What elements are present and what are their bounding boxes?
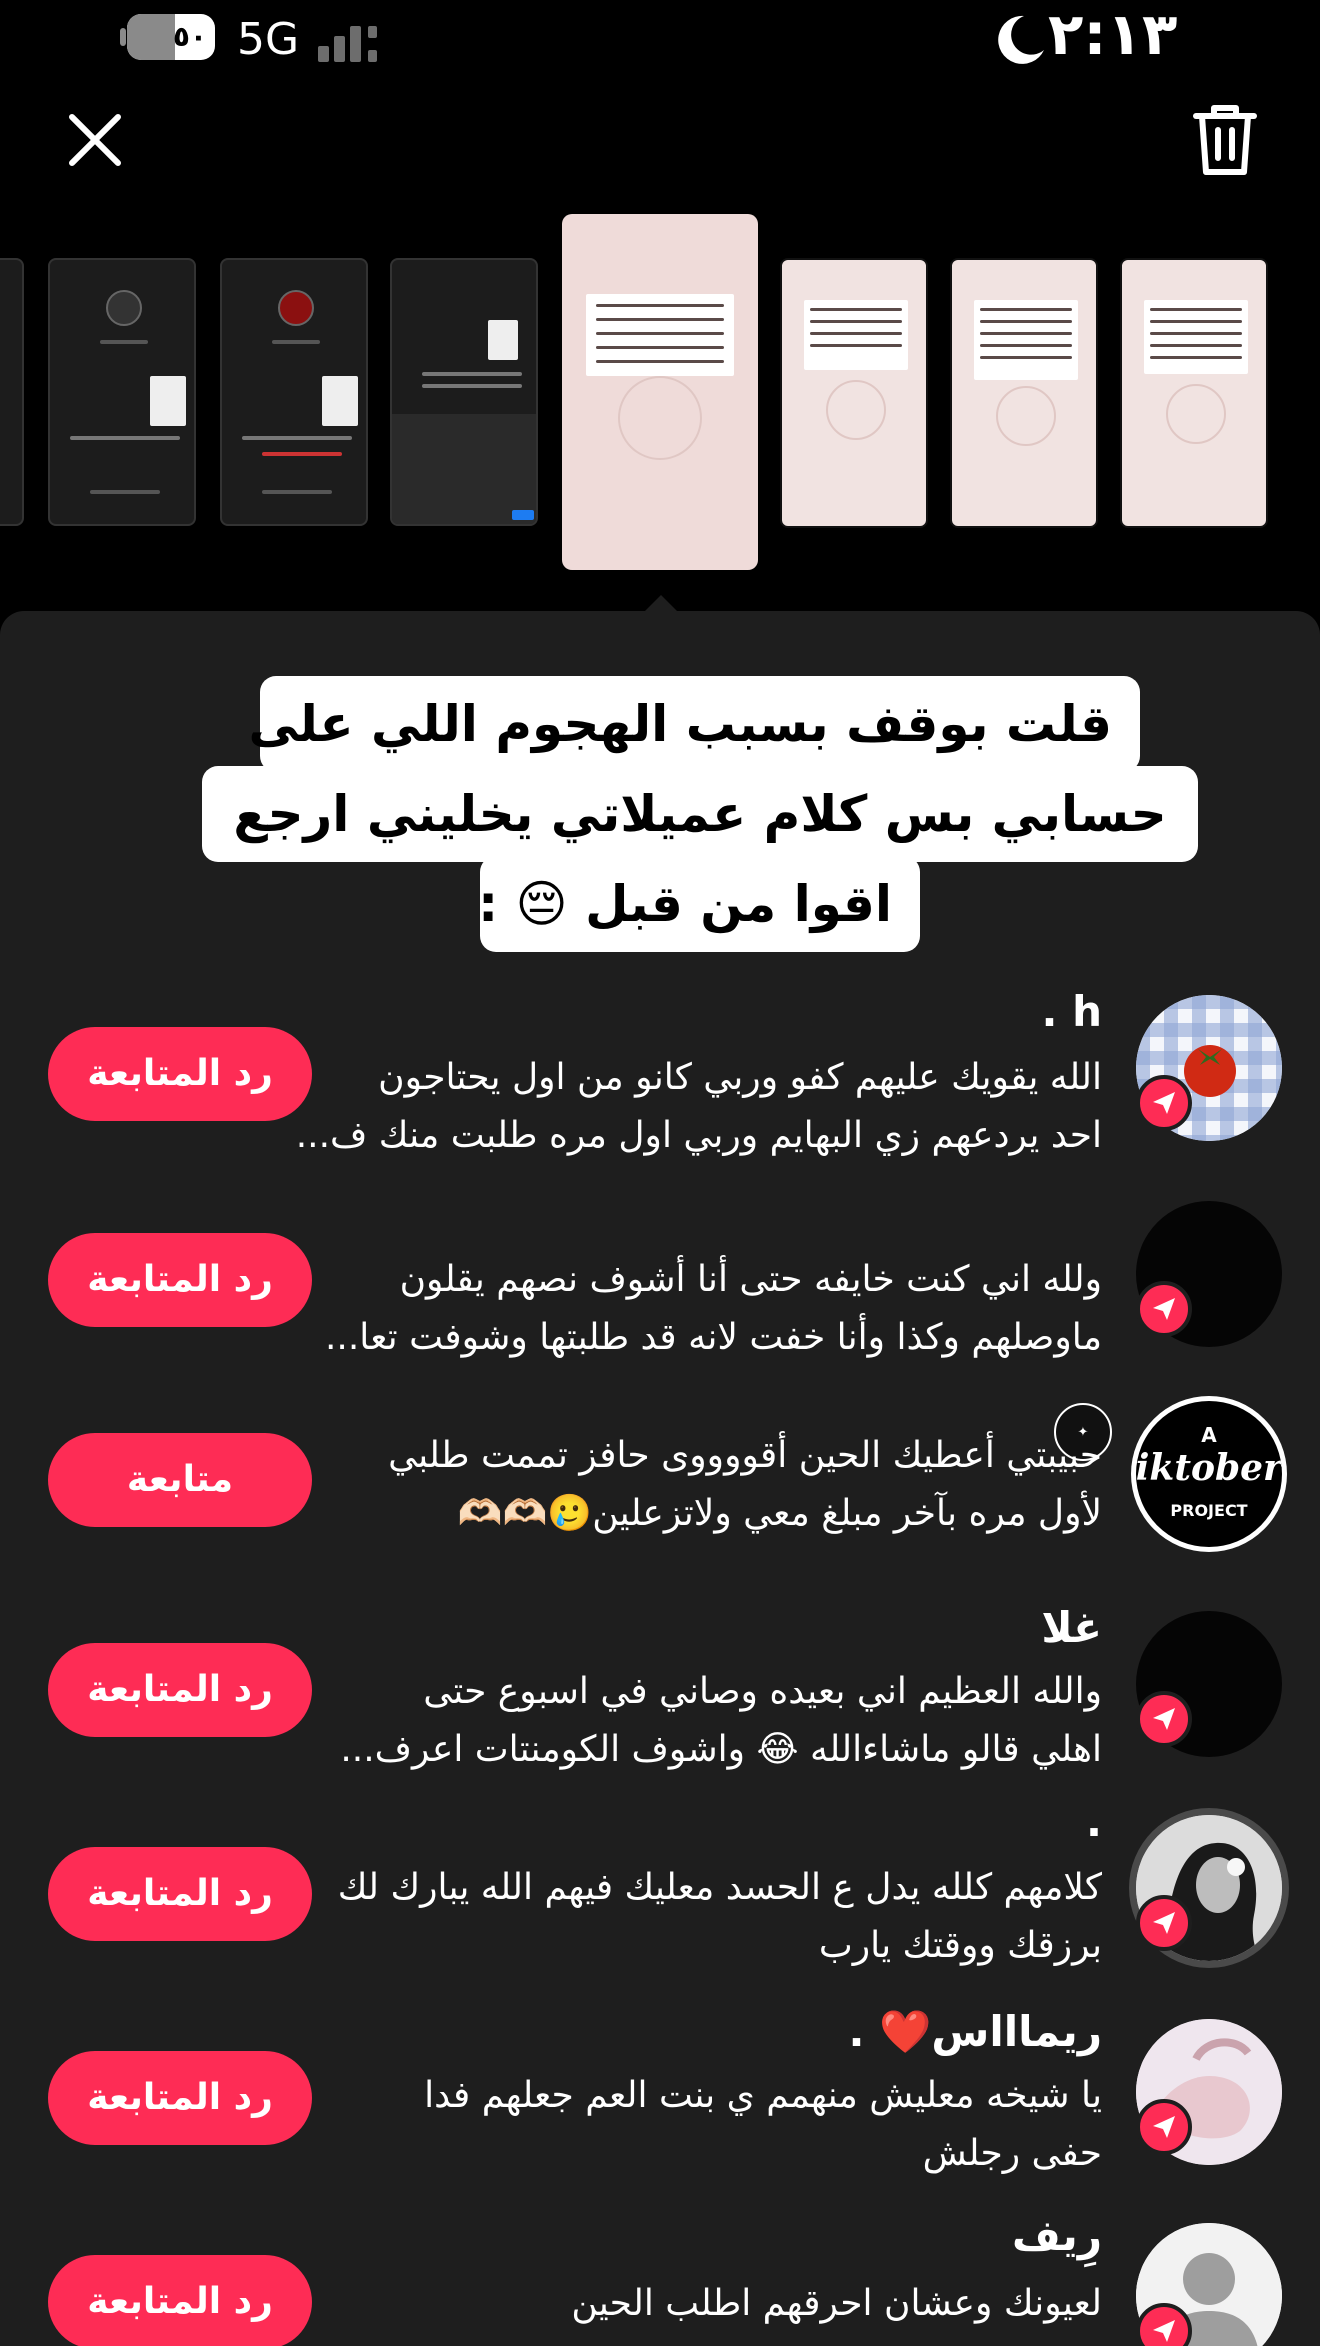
reply-icon[interactable] [1136,1281,1192,1337]
avatar[interactable]: A Tiktober PROJECT [1136,1401,1282,1547]
follow-back-button[interactable]: رد المتابعة [48,1643,312,1737]
follow-back-button[interactable]: رد المتابعة [48,1233,312,1327]
viewer-name: رِيف [1012,2211,1102,2260]
avatar-text: A [1201,1423,1217,1447]
viewer-message: لأول مره بآخر مبلغ معي ولاتزعلين🥲🫶🏻🫶🏻 [457,1493,1102,1534]
viewer-row[interactable]: ولله اني كنت خايفه حتى أنا أشوف نصهم يقل… [0,1193,1320,1393]
viewer-name: ريماااس❤️ . [848,2007,1103,2056]
viewer-message: برزقك ووقتك يارب [818,1925,1102,1966]
viewer-message: والله العظيم اني بعيده وصاني في اسبوع حت… [423,1671,1102,1712]
viewer-message: حبيبتي أعطيك الحين أقووووى حافز تممت طلب… [388,1435,1102,1476]
reply-icon[interactable] [1136,1691,1192,1747]
story-thumbnail[interactable] [390,258,538,526]
reply-icon[interactable] [1136,2099,1192,2155]
battery-icon: ٥٠ [127,14,215,60]
follow-back-button[interactable]: رد المتابعة [48,2255,312,2346]
viewer-message: اهلي قالو ماشاءالله 😂 واشوف الكومنتات اع… [340,1729,1102,1770]
selected-indicator [645,595,677,611]
viewer-row[interactable]: A Tiktober PROJECT ✦ حبيبتي أعطيك الحين … [0,1393,1320,1593]
follow-back-button[interactable]: رد المتابعة [48,1847,312,1941]
viewer-row[interactable]: غلا والله العظيم اني بعيده وصاني في اسبو… [0,1603,1320,1803]
viewer-message: ولله اني كنت خايفه حتى أنا أشوف نصهم يقل… [399,1259,1102,1300]
trash-icon[interactable] [1190,100,1260,180]
close-icon[interactable] [60,105,130,175]
viewer-row[interactable]: ريماااس❤️ . يا شيخه معليش منهمم ي بنت ال… [0,2007,1320,2211]
story-text-sticker: قلت بوقف بسبب الهجوم اللي على حسابي بس ك… [0,670,1320,952]
avatar-text: Tiktober [1136,1447,1282,1489]
follow-button[interactable]: متابعة [48,1433,312,1527]
story-thumbnail[interactable] [220,258,368,526]
viewer-message: الله يقويك عليهم كفو وربي كانو من اول يح… [378,1057,1102,1098]
viewer-name: h . [1041,987,1102,1036]
signal-icon [318,18,388,62]
status-bar: ٥٠ 5G ٢:١٣ [0,0,1320,80]
story-thumbnail[interactable] [1120,258,1268,528]
avatar-text: PROJECT [1170,1501,1248,1520]
sticker-line: قلت بوقف بسبب الهجوم اللي على [248,676,1140,772]
viewer-message: يا شيخه معليش منهمم ي بنت العم جعلهم فدا [424,2075,1102,2116]
viewer-message: حفى رجلش [922,2133,1102,2174]
story-thumbnail[interactable] [48,258,196,526]
follow-back-button[interactable]: رد المتابعة [48,2051,312,2145]
follow-back-button[interactable]: رد المتابعة [48,1027,312,1121]
story-thumbnail-strip [0,210,1320,610]
clock: ٢:١٣ [1048,0,1178,68]
story-thumbnail[interactable] [780,258,928,528]
reply-icon[interactable] [1136,1895,1192,1951]
story-thumbnail-selected[interactable] [562,214,758,570]
viewer-row[interactable]: h . الله يقويك عليهم كفو وربي كانو من او… [0,987,1320,1187]
moon-icon [998,15,1044,64]
viewer-message: كلامهم كلله يدل ع الحسد معليك فيهم الله … [337,1867,1102,1908]
viewer-name: . [1086,1797,1102,1846]
sticker-line: اقوا من قبل 😔 : [478,856,920,952]
network-label: 5G [237,14,300,65]
viewer-name: غلا [1041,1603,1102,1652]
viewer-row[interactable]: . كلامهم كلله يدل ع الحسد معليك فيهم الل… [0,1797,1320,2007]
viewer-row[interactable]: رِيف لعيونك وعشان احرقهم اطلب الحين رد ا… [0,2211,1320,2346]
reply-icon[interactable] [1136,1075,1192,1131]
battery-level: ٥٠ [172,20,207,53]
story-thumbnail[interactable] [0,258,24,526]
sticker-line: حسابي بس كلام عميلاتي يخليني ارجع [202,766,1198,862]
viewer-message: احد يردعهم زي البهايم وربي اول مره طلبت … [295,1115,1102,1156]
story-thumbnail[interactable] [950,258,1098,528]
viewer-message: لعيونك وعشان احرقهم اطلب الحين [571,2283,1102,2324]
viewer-message: ماوصلهم وكذا وأنا خفت لانه قد طلبتها وشو… [324,1317,1102,1358]
